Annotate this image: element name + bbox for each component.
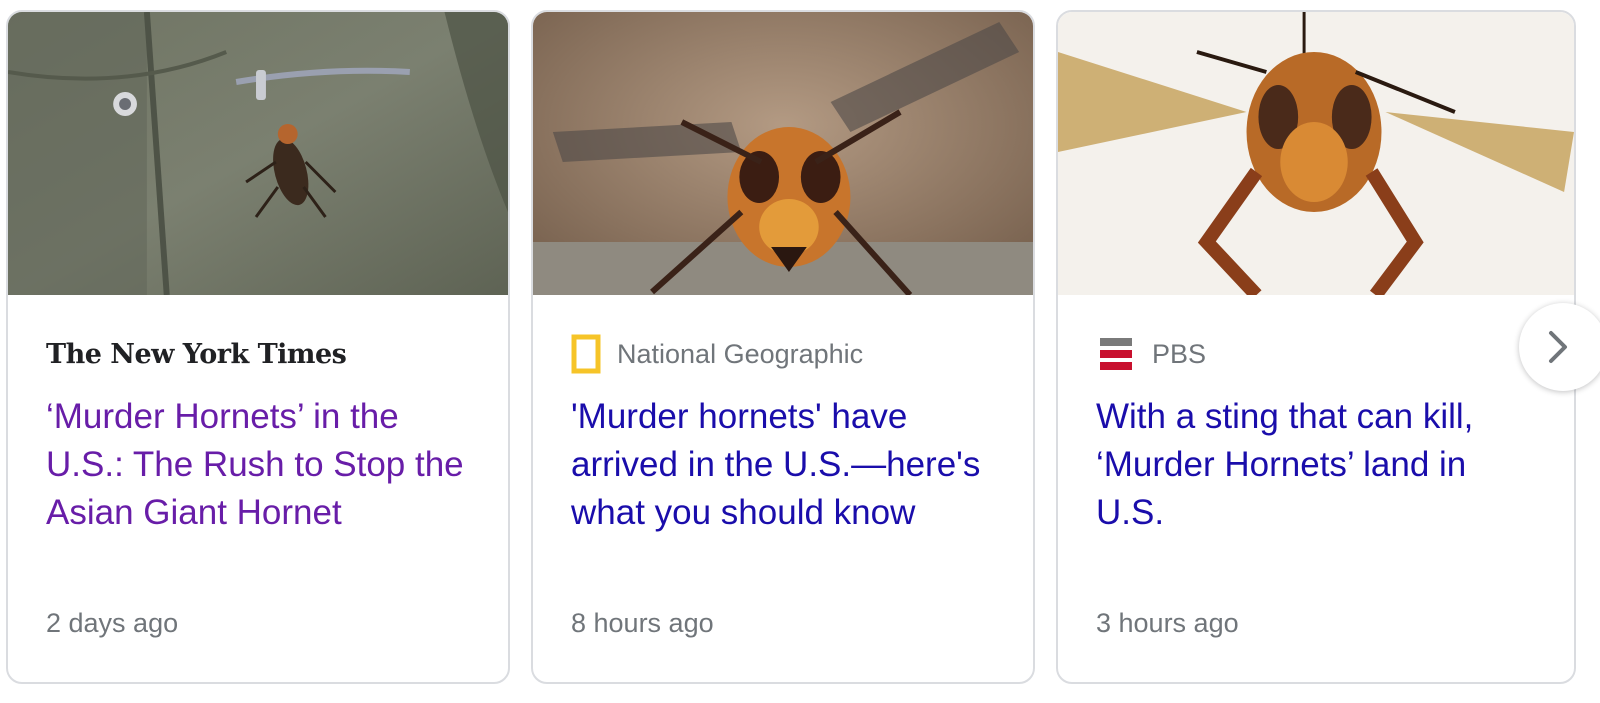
news-source: National Geographic — [571, 334, 863, 374]
news-timestamp: 2 days ago — [46, 608, 179, 638]
news-timestamp: 3 hours ago — [1096, 608, 1239, 638]
hornet-specimen-image — [1058, 12, 1574, 295]
news-headline-link[interactable]: With a sting that can kill, ‘Murder Horn… — [1096, 393, 1540, 537]
news-headline-link[interactable]: 'Murder hornets' have arrived in the U.S… — [571, 393, 999, 537]
top-stories-carousel: The New York Times ‘Murder Hornets’ in t… — [0, 0, 1600, 703]
news-source: PBS — [1096, 334, 1206, 374]
source-name: PBS — [1152, 338, 1207, 369]
news-thumbnail[interactable] — [8, 12, 508, 295]
natgeo-logo-icon — [571, 334, 601, 374]
carousel-next-button[interactable] — [1519, 303, 1600, 391]
news-source: The New York Times — [46, 334, 347, 374]
news-card[interactable]: PBS With a sting that can kill, ‘Murder … — [1056, 10, 1576, 684]
source-name: National Geographic — [617, 338, 864, 369]
news-timestamp: 8 hours ago — [571, 608, 714, 638]
news-thumbnail[interactable] — [533, 12, 1033, 295]
news-card[interactable]: The New York Times ‘Murder Hornets’ in t… — [6, 10, 510, 684]
news-headline-link[interactable]: ‘Murder Hornets’ in the U.S.: The Rush t… — [46, 393, 474, 537]
chevron-right-icon — [1549, 331, 1567, 363]
hornet-closeup-image — [533, 12, 1033, 295]
nyt-logo: The New York Times — [46, 338, 347, 370]
hornet-on-jacket-image — [8, 12, 508, 295]
news-thumbnail[interactable] — [1058, 12, 1574, 295]
news-card[interactable]: National Geographic 'Murder hornets' hav… — [531, 10, 1035, 684]
pbs-newshour-logo-icon — [1100, 338, 1132, 370]
